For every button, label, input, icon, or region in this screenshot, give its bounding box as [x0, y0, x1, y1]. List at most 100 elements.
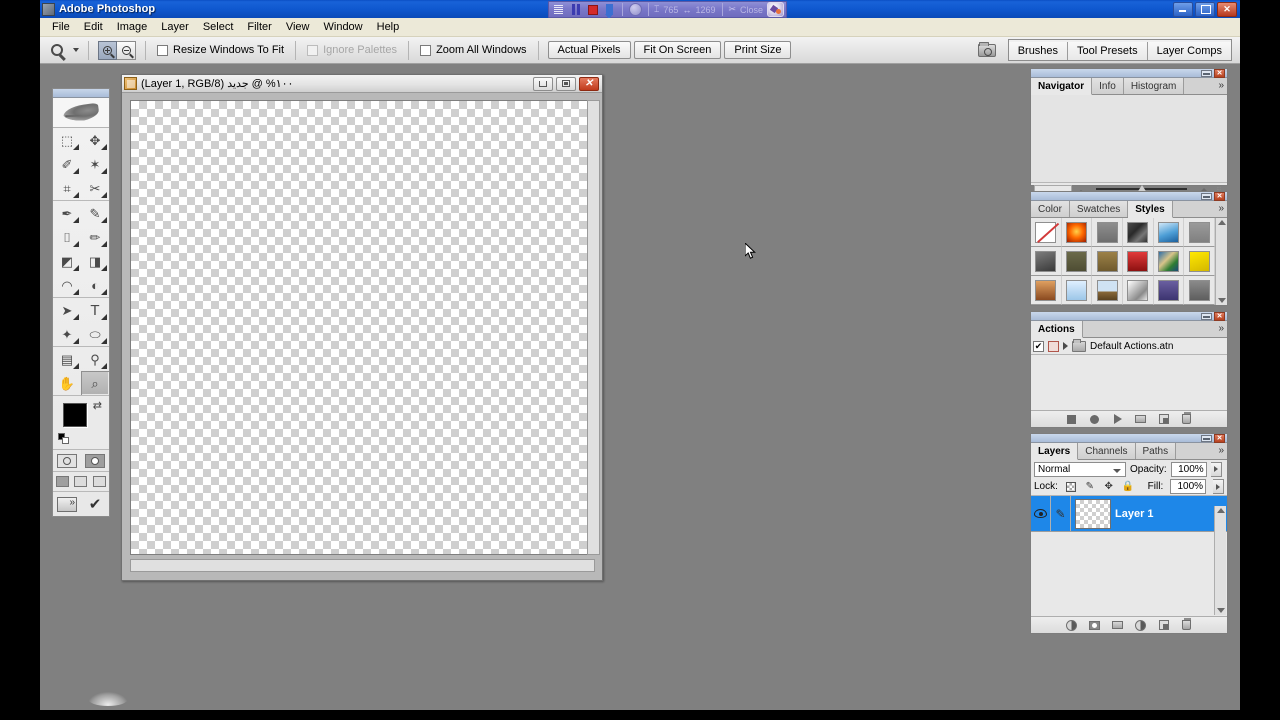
layers-empty-area[interactable]: [1031, 532, 1227, 616]
resize-windows-to-fit-checkbox[interactable]: Resize Windows To Fit: [155, 44, 286, 56]
zoom-all-windows-checkbox[interactable]: Zoom All Windows: [418, 44, 528, 56]
stop-recording-button[interactable]: [1065, 413, 1078, 425]
document-titlebar[interactable]: ١٠٠% @ جديد (Layer 1, RGB/8) ✕: [122, 75, 602, 93]
zoom-out-button[interactable]: [117, 40, 136, 60]
zoom-in-button[interactable]: [98, 40, 117, 60]
scroll-down-icon[interactable]: [1217, 298, 1226, 303]
foreground-color-swatch[interactable]: [63, 403, 87, 427]
style-swatch-cell[interactable]: [1092, 218, 1123, 247]
ellipse-shape-tool[interactable]: ⬭: [81, 322, 109, 346]
lock-transparent-pixels-icon[interactable]: [1065, 481, 1077, 493]
style-swatch-cell[interactable]: [1122, 218, 1154, 247]
layer-row[interactable]: ✎ Layer 1: [1031, 496, 1227, 532]
document-close-button[interactable]: ✕: [579, 76, 599, 91]
style-swatch-cell[interactable]: [1153, 218, 1185, 247]
menu-edit[interactable]: Edit: [77, 19, 110, 35]
confirm-check-icon[interactable]: ✔: [81, 492, 109, 516]
layer-style-button[interactable]: [1065, 619, 1078, 631]
fill-input[interactable]: 100%: [1170, 479, 1207, 494]
document-maximize-button[interactable]: [556, 76, 576, 91]
tab-color[interactable]: Color: [1031, 201, 1070, 217]
menu-help[interactable]: Help: [370, 19, 407, 35]
styles-menu-icon[interactable]: »: [1218, 204, 1224, 214]
healing-brush-tool[interactable]: ✒: [53, 201, 81, 225]
actions-palette-titlebar[interactable]: ✕: [1031, 311, 1227, 321]
document-vertical-scrollbar[interactable]: [587, 100, 600, 555]
menu-window[interactable]: Window: [317, 19, 370, 35]
print-size-button[interactable]: Print Size: [724, 41, 792, 59]
type-tool[interactable]: T: [81, 298, 109, 322]
action-enabled-checkbox[interactable]: ✔: [1033, 340, 1044, 352]
standard-mode-button[interactable]: [53, 450, 81, 471]
layers-scrollbar[interactable]: [1214, 506, 1226, 615]
style-swatch-cell[interactable]: [1153, 276, 1185, 305]
scroll-up-icon[interactable]: [1217, 220, 1226, 225]
standard-screen-mode-button[interactable]: [53, 472, 72, 491]
action-dialog-toggle[interactable]: [1048, 340, 1059, 352]
default-colors-icon[interactable]: [58, 433, 69, 444]
style-swatch-cell[interactable]: [1184, 247, 1215, 276]
new-set-button[interactable]: [1134, 413, 1147, 425]
new-group-button[interactable]: [1111, 619, 1124, 631]
palette-tab-tool-presets[interactable]: Tool Presets: [1067, 42, 1147, 60]
scroll-down-icon[interactable]: [1216, 608, 1225, 613]
eraser-tool[interactable]: ◩: [53, 249, 81, 273]
zoom-tool-icon[interactable]: [46, 40, 68, 60]
tab-navigator[interactable]: Navigator: [1031, 78, 1093, 95]
recorder-stop-button[interactable]: [585, 3, 600, 17]
recorder-close-label[interactable]: Close: [738, 5, 765, 15]
navigator-menu-icon[interactable]: »: [1218, 81, 1224, 91]
menu-image[interactable]: Image: [110, 19, 155, 35]
layer-visibility-toggle[interactable]: [1031, 496, 1051, 531]
jump-to-imageready-button[interactable]: [53, 492, 81, 516]
menu-filter[interactable]: Filter: [240, 19, 278, 35]
actions-list-item[interactable]: ✔ Default Actions.atn: [1031, 338, 1227, 355]
recorder-save-button[interactable]: [602, 3, 617, 19]
full-screen-mode-button[interactable]: [90, 472, 109, 491]
tab-swatches[interactable]: Swatches: [1069, 201, 1129, 217]
scroll-up-icon[interactable]: [1216, 508, 1225, 513]
magic-wand-tool[interactable]: ✶: [81, 152, 109, 176]
notes-tool[interactable]: ▤: [53, 347, 81, 371]
actual-pixels-button[interactable]: Actual Pixels: [547, 41, 631, 59]
toolbox-drag-handle[interactable]: [53, 89, 109, 98]
tab-channels[interactable]: Channels: [1078, 443, 1136, 459]
styles-palette-titlebar[interactable]: ✕: [1031, 191, 1227, 201]
zoom-tool[interactable]: ⌕: [81, 371, 109, 395]
tab-actions[interactable]: Actions: [1031, 321, 1083, 338]
window-maximize-button[interactable]: [1195, 1, 1215, 17]
tab-info[interactable]: Info: [1092, 78, 1124, 94]
style-swatch-cell[interactable]: [1092, 247, 1123, 276]
layers-palette-titlebar[interactable]: ✕: [1031, 433, 1227, 443]
navigator-palette-titlebar[interactable]: ✕: [1031, 68, 1227, 78]
begin-recording-button[interactable]: [1088, 413, 1101, 425]
new-layer-button[interactable]: [1157, 619, 1170, 631]
navigator-close-button[interactable]: ✕: [1214, 68, 1225, 78]
menu-view[interactable]: View: [279, 19, 317, 35]
document-minimize-button[interactable]: [533, 76, 553, 91]
menu-select[interactable]: Select: [196, 19, 241, 35]
recorder-pause-button[interactable]: [568, 3, 583, 17]
navigator-minimize-button[interactable]: [1201, 69, 1212, 77]
transparent-canvas[interactable]: [131, 101, 594, 554]
layers-menu-icon[interactable]: »: [1218, 446, 1224, 456]
style-swatch-cell[interactable]: [1031, 276, 1062, 305]
styles-close-button[interactable]: ✕: [1214, 191, 1225, 201]
blend-mode-select[interactable]: Normal: [1034, 461, 1126, 477]
expand-arrow-icon[interactable]: [1063, 342, 1068, 350]
style-swatch-cell[interactable]: [1122, 276, 1154, 305]
window-close-button[interactable]: ✕: [1217, 1, 1237, 17]
blur-tool[interactable]: ◠: [53, 273, 81, 297]
tab-histogram[interactable]: Histogram: [1123, 78, 1185, 94]
tab-paths[interactable]: Paths: [1135, 443, 1177, 459]
opacity-stepper[interactable]: [1210, 461, 1222, 477]
navigator-thumbnail-view[interactable]: [1031, 95, 1227, 183]
hand-tool[interactable]: ✋: [53, 371, 81, 395]
actions-close-button[interactable]: ✕: [1214, 311, 1225, 321]
gradient-tool[interactable]: ◨: [81, 249, 109, 273]
style-swatch-cell[interactable]: [1031, 247, 1062, 276]
fit-on-screen-button[interactable]: Fit On Screen: [633, 41, 722, 59]
style-swatch-cell[interactable]: [1184, 276, 1215, 305]
style-swatch-cell[interactable]: [1061, 218, 1093, 247]
crop-tool[interactable]: ⌗: [53, 176, 81, 200]
